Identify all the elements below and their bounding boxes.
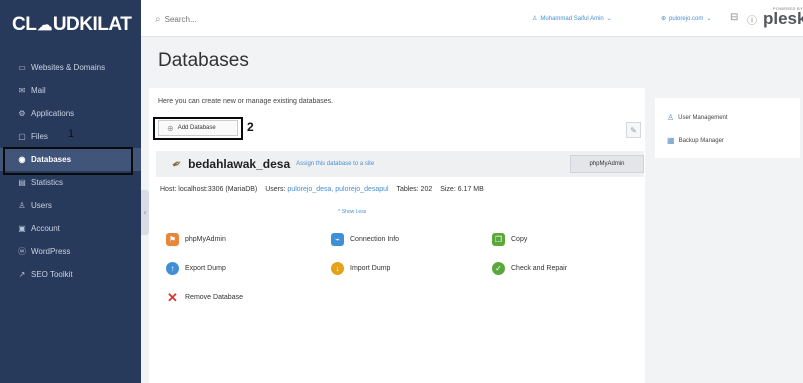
account-icon: ▣ [18, 224, 26, 233]
globe-icon: ⊕ [661, 16, 667, 22]
logo-text-left: CL [12, 14, 37, 35]
chevron-down-icon: ⌄ [706, 16, 712, 22]
plesk-wordmark: plesk [763, 9, 803, 28]
action-label: Import Dump [350, 265, 391, 272]
sidebar-item-label: Files [31, 132, 48, 141]
sidebar-item-label: Websites & Domains [31, 63, 106, 72]
action-copy[interactable]: ❐ Copy [492, 233, 527, 246]
step-marker-2: 2 [247, 120, 254, 134]
sidebar-item-label: Mail [31, 86, 46, 95]
plesk-logo: POWERED BY plesk [763, 6, 803, 36]
action-import-dump[interactable]: ↓ Import Dump [331, 262, 390, 275]
import-icon: ↓ [331, 262, 344, 275]
topbar: ⌕ ♙ Muhammad Saiful Amin ⌄ ⊕ pulorejo.co… [141, 0, 803, 37]
connection-icon: ⌁ [331, 233, 344, 246]
phpmyadmin-icon: ⚑ [166, 233, 179, 246]
remove-icon: ✕ [167, 289, 178, 305]
action-connection-info[interactable]: ⌁ Connection Info [331, 233, 399, 246]
action-check-and-repair[interactable]: ✓ Check and Repair [492, 262, 567, 275]
folder-icon: ▢ [18, 132, 26, 141]
backup-icon: ▦ [667, 136, 675, 145]
databases-highlight-box [3, 147, 133, 175]
database-tables: Tables: 202 [396, 186, 433, 193]
side-panel: ♙ User Management ▦ Backup Manager [655, 98, 800, 158]
action-label: Check and Repair [511, 265, 568, 272]
search-icon: ⌕ [155, 13, 161, 25]
sidebar-item-seo-toolkit[interactable]: ↗ SEO Toolkit [0, 263, 141, 286]
mail-icon: ✉ [18, 86, 26, 95]
seo-icon: ↗ [18, 270, 26, 279]
side-link-label: Backup Manager [678, 137, 724, 144]
sidebar-collapse-handle[interactable]: ‹ [141, 190, 149, 235]
sidebar-item-applications[interactable]: ⚙ Applications [0, 102, 141, 125]
copy-icon: ❐ [492, 233, 505, 246]
user-icon: ♙ [18, 201, 26, 210]
add-database-highlight-box [153, 117, 243, 140]
database-feather-icon: ✒ [169, 155, 185, 173]
database-host: Host: localhost:3306 (MariaDB) [160, 186, 258, 193]
wrench-icon: ✎ [630, 125, 637, 135]
sidebar-item-label: Account [31, 224, 60, 233]
logo-text-right: UDKILAT [52, 14, 132, 35]
action-label: Remove Database [185, 294, 243, 301]
assign-database-link[interactable]: Assign this database to a site [296, 161, 374, 167]
export-icon: ↑ [166, 262, 179, 275]
chart-icon: ▤ [18, 178, 26, 187]
user-name: Muhammad Saiful Amin [540, 15, 604, 22]
sidebar-item-label: Users [31, 201, 52, 210]
cloud-icon: ☁ [37, 17, 52, 34]
action-phpmyadmin[interactable]: ⚑ phpMyAdmin [166, 233, 226, 246]
tools-button[interactable]: ✎ [626, 122, 641, 138]
show-less-link[interactable]: ^ Show Less [338, 209, 366, 215]
database-card: ✒ bedahlawak_desa Assign this database t… [156, 151, 644, 207]
action-label: Export Dump [185, 265, 226, 272]
monitor-icon: ▭ [18, 63, 26, 72]
sidebar-item-account[interactable]: ▣ Account [0, 217, 141, 240]
action-export-dump[interactable]: ↑ Export Dump [166, 262, 226, 275]
sidebar-item-users[interactable]: ♙ Users [0, 194, 141, 217]
wordpress-icon: ⓦ [18, 247, 26, 256]
sidebar-item-mail[interactable]: ✉ Mail [0, 79, 141, 102]
cloudkilat-logo[interactable]: CL ☁ UDKILAT [12, 8, 137, 42]
database-card-header: ✒ bedahlawak_desa Assign this database t… [156, 151, 644, 177]
database-info: Host: localhost:3306 (MariaDB) Users: pu… [160, 186, 484, 193]
search-input[interactable] [164, 14, 415, 24]
sidebar: CL ☁ UDKILAT ▭ Websites & Domains ✉ Mail… [0, 0, 141, 383]
phpmyadmin-button[interactable]: phpMyAdmin [570, 155, 644, 173]
gear-icon: ⚙ [18, 109, 26, 118]
sidebar-item-label: WordPress [31, 247, 71, 256]
search-box: ⌕ [155, 11, 455, 27]
database-size: Size: 6.17 MB [440, 186, 484, 193]
database-users-label: Users: [265, 186, 286, 193]
user-management-link[interactable]: ♙ User Management [667, 113, 728, 122]
domain-menu[interactable]: ⊕ pulorejo.com ⌄ [661, 15, 712, 23]
action-label: Copy [511, 236, 528, 243]
notifications-icon[interactable]: ⊟ [730, 12, 738, 23]
step-marker-1: 1 [68, 128, 75, 140]
page-title: Databases [158, 50, 249, 71]
sidebar-item-wordpress[interactable]: ⓦ WordPress [0, 240, 141, 263]
sidebar-item-websites[interactable]: ▭ Websites & Domains [0, 56, 141, 79]
sidebar-item-label: SEO Toolkit [31, 270, 73, 279]
database-users-link[interactable]: pulorejo_desa, pulorejo_desapul [287, 186, 388, 193]
side-link-label: User Management [678, 114, 728, 121]
user-menu[interactable]: ♙ Muhammad Saiful Amin ⌄ [532, 15, 612, 23]
action-label: Connection Info [350, 236, 400, 243]
user-management-icon: ♙ [667, 113, 675, 122]
page-description: Here you can create new or manage existi… [158, 98, 334, 105]
action-label: phpMyAdmin [185, 236, 226, 243]
check-icon: ✓ [492, 262, 505, 275]
backup-manager-link[interactable]: ▦ Backup Manager [667, 136, 724, 145]
chevron-down-icon: ⌄ [606, 16, 612, 22]
action-remove-database[interactable]: ✕ Remove Database [166, 289, 243, 305]
sidebar-item-label: Applications [31, 109, 75, 118]
sidebar-item-label: Statistics [31, 178, 64, 187]
user-icon: ♙ [532, 16, 538, 22]
database-name[interactable]: bedahlawak_desa [188, 157, 290, 171]
domain-name: pulorejo.com [669, 15, 704, 22]
help-icon[interactable]: ⓘ [747, 12, 757, 27]
